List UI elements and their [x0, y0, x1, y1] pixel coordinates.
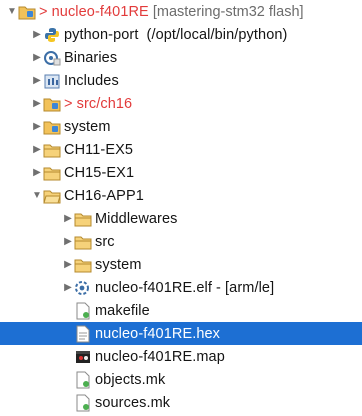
tree-item-label: CH11-EX5 — [64, 141, 134, 158]
folder-icon — [74, 256, 92, 274]
tree-row-elf[interactable]: ▶ nucleo-f401RE.elf - [arm/le] — [0, 276, 362, 299]
tree-item-label: system — [64, 118, 111, 135]
tree-item-label: nucleo-f401RE.elf — [95, 279, 212, 296]
tree-row-middlewares[interactable]: ▶ Middlewares — [0, 207, 362, 230]
binaries-icon — [43, 49, 61, 67]
tree-item-label: Binaries — [64, 49, 118, 66]
project-prefix: > — [39, 3, 48, 20]
tree-item-label: CH16-APP1 — [64, 187, 144, 204]
tree-row-src[interactable]: ▶ src — [0, 230, 362, 253]
tree-row-binaries[interactable]: ▶ Binaries — [0, 46, 362, 69]
tree-row-ch11-ex5[interactable]: ▶ CH11-EX5 — [0, 138, 362, 161]
tree-item-label: src — [95, 233, 115, 250]
project-folder-icon — [18, 3, 36, 21]
expand-arrow-icon[interactable]: ▶ — [31, 23, 43, 46]
source-folder-icon — [43, 118, 61, 136]
tree-item-label: system — [95, 256, 142, 273]
tree-row-system[interactable]: ▶ system — [0, 115, 362, 138]
python-icon — [43, 26, 61, 44]
expand-arrow-icon[interactable]: ▶ — [31, 92, 43, 115]
expand-arrow-icon[interactable]: ▼ — [31, 184, 43, 207]
includes-icon — [43, 72, 61, 90]
folder-open-icon — [43, 187, 61, 205]
makefile-icon — [74, 394, 92, 412]
tree-item-label: Includes — [64, 72, 119, 89]
tree-row-python-port[interactable]: ▶ python-port (/opt/local/bin/python) — [0, 23, 362, 46]
tree-row-ch15-ex1[interactable]: ▶ CH15-EX1 — [0, 161, 362, 184]
folder-icon — [74, 210, 92, 228]
binary-file-icon — [74, 279, 92, 297]
tree-row-includes[interactable]: ▶ Includes — [0, 69, 362, 92]
tree-row-hex-selected[interactable]: nucleo-f401RE.hex — [0, 322, 362, 345]
tree-item-label: nucleo-f401RE.map — [95, 348, 225, 365]
tree-row-makefile[interactable]: makefile — [0, 299, 362, 322]
tree-row-objects-mk[interactable]: objects.mk — [0, 368, 362, 391]
tree-item-label: CH15-EX1 — [64, 164, 135, 181]
expand-arrow-icon[interactable]: ▶ — [31, 138, 43, 161]
tree-item-detail: (/opt/local/bin/python) — [146, 26, 288, 43]
tree-row-ch16-app1[interactable]: ▼ CH16-APP1 — [0, 184, 362, 207]
project-name: nucleo-f401RE — [51, 3, 149, 20]
expand-arrow-icon[interactable]: ▶ — [31, 69, 43, 92]
folder-icon — [43, 164, 61, 182]
tree-item-prefix: > — [64, 95, 73, 112]
tree-item-label: Middlewares — [95, 210, 178, 227]
tree-row-src-ch16[interactable]: ▶ > src/ch16 — [0, 92, 362, 115]
project-explorer-tree: ▼ > nucleo-f401RE [mastering-stm32 flash… — [0, 0, 362, 416]
tree-item-label: sources.mk — [95, 394, 171, 411]
tree-item-label: nucleo-f401RE.hex — [95, 325, 221, 342]
makefile-icon — [74, 371, 92, 389]
tree-item-label: src/ch16 — [76, 95, 133, 112]
tree-row-system-inner[interactable]: ▶ system — [0, 253, 362, 276]
folder-icon — [74, 233, 92, 251]
tree-item-detail: - [arm/le] — [216, 279, 275, 296]
makefile-icon — [74, 302, 92, 320]
expand-arrow-icon[interactable]: ▶ — [62, 207, 74, 230]
expand-arrow-icon[interactable]: ▶ — [31, 46, 43, 69]
tree-item-label: python-port — [64, 26, 139, 43]
map-file-icon — [74, 348, 92, 366]
project-branch: [mastering-stm32 flash] — [152, 3, 304, 20]
source-folder-icon — [43, 95, 61, 113]
tree-row-project[interactable]: ▼ > nucleo-f401RE [mastering-stm32 flash… — [0, 0, 362, 23]
tree-row-map[interactable]: nucleo-f401RE.map — [0, 345, 362, 368]
folder-icon — [43, 141, 61, 159]
expand-arrow-icon[interactable]: ▶ — [62, 253, 74, 276]
tree-item-label: makefile — [95, 302, 150, 319]
tree-item-label: objects.mk — [95, 371, 166, 388]
text-file-icon — [74, 325, 92, 343]
tree-row-sources-mk[interactable]: sources.mk — [0, 391, 362, 414]
expand-arrow-icon[interactable]: ▼ — [6, 0, 18, 23]
expand-arrow-icon[interactable]: ▶ — [31, 161, 43, 184]
expand-arrow-icon[interactable]: ▶ — [31, 115, 43, 138]
expand-arrow-icon[interactable]: ▶ — [62, 230, 74, 253]
expand-arrow-icon[interactable]: ▶ — [62, 276, 74, 299]
